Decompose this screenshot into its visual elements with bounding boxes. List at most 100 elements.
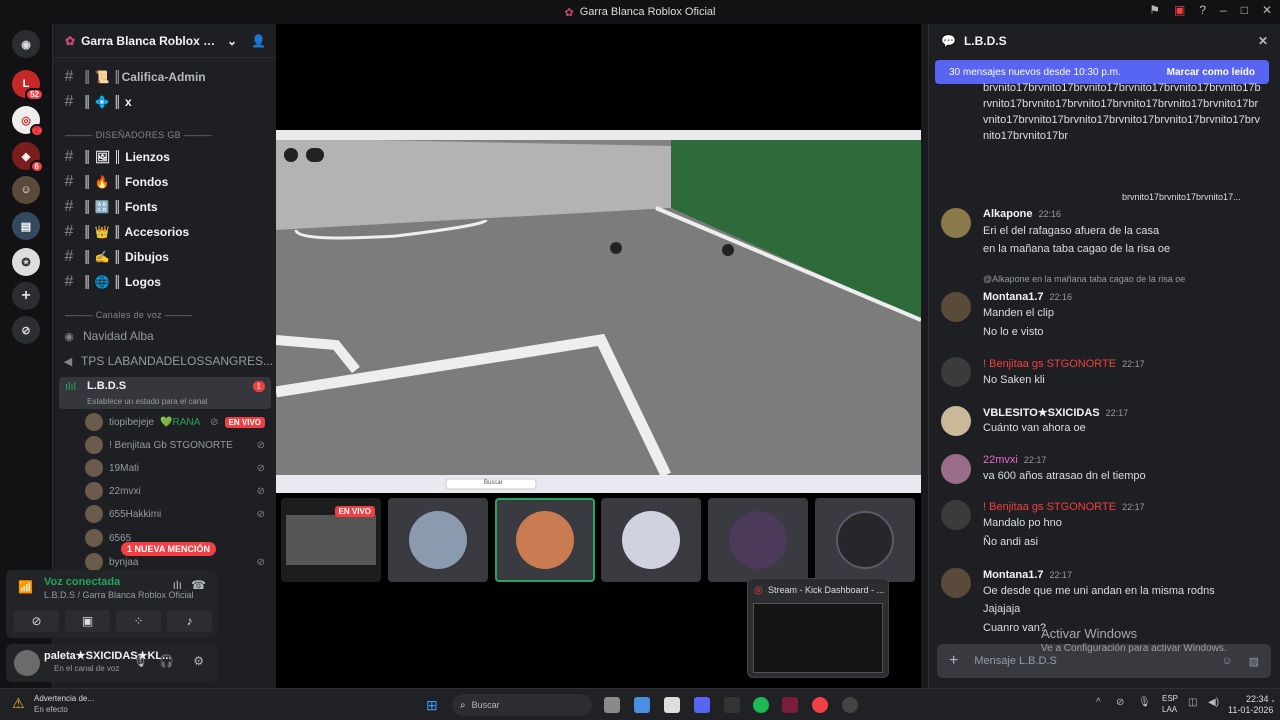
voice-channel-item[interactable]: ◉ Navidad Alba: [63, 325, 273, 347]
avatar[interactable]: [941, 208, 971, 238]
server-icon[interactable]: ▤: [12, 212, 40, 240]
add-server-icon[interactable]: +: [12, 282, 40, 310]
chevron-up-icon[interactable]: ^: [1096, 697, 1101, 708]
close-icon[interactable]: ✕: [1258, 34, 1268, 48]
clock-time[interactable]: 22:34: [1246, 694, 1269, 704]
reply-reference[interactable]: brvnito17brvnito17brvnito17...: [1122, 192, 1241, 202]
reply-reference[interactable]: @Alkapone en la mañana taba cagao de la …: [983, 274, 1185, 284]
voice-user[interactable]: ! Benjitaa Gb STGONORTE ⊘: [85, 435, 265, 455]
help-icon[interactable]: ?: [1199, 3, 1206, 17]
app-icon[interactable]: [782, 697, 798, 713]
noise-icon[interactable]: ılı: [173, 578, 182, 592]
participant-tile[interactable]: [495, 498, 595, 582]
voice-user[interactable]: 22mvxi ⊘: [85, 481, 265, 501]
soundboard-button[interactable]: ♪: [167, 610, 212, 632]
maximize-icon[interactable]: □: [1241, 3, 1248, 17]
discord-home-icon[interactable]: ◉: [12, 30, 40, 58]
voice-channel-item[interactable]: ◀ TPS LABANDADELOSSANGRES...: [63, 350, 273, 372]
message-author[interactable]: ! Benjitaa gs STGONORTE 22:17: [983, 501, 1145, 513]
server-icon[interactable]: ☺: [12, 176, 40, 204]
avatar[interactable]: [941, 500, 971, 530]
channel-item[interactable]: # ║ 📜 ║Califica-Admin: [63, 66, 273, 88]
participant-tile[interactable]: [601, 498, 701, 582]
message-author[interactable]: 22mvxi 22:17: [983, 454, 1046, 466]
message-author[interactable]: Alkapone 22:16: [983, 208, 1061, 220]
file-explorer-icon[interactable]: [604, 697, 620, 713]
warning-title[interactable]: Advertencia de...: [34, 694, 94, 703]
emoji-icon[interactable]: ☺: [1221, 655, 1232, 667]
voice-user[interactable]: tiopibejeje 💚RANA ⊘ EN VIVO: [85, 412, 265, 432]
epic-games-icon[interactable]: [724, 697, 740, 713]
spotify-icon[interactable]: [753, 697, 769, 713]
channel-item[interactable]: # ║ 👑 ║ Accesorios: [63, 221, 273, 243]
active-voice-channel[interactable]: ılıl L.B.D.S Establece un estado para el…: [59, 377, 271, 409]
guild-header[interactable]: ✿ Garra Blanca Roblox Ofi... ⌄ 👤: [53, 24, 276, 58]
channel-item[interactable]: # ║ 🌐 ║ Logos: [63, 271, 273, 293]
channel-item[interactable]: # ║ 💠 ║ x: [63, 91, 273, 113]
stream-tile[interactable]: EN VIVO: [281, 498, 381, 582]
activities-button[interactable]: ⁘: [116, 610, 161, 632]
voice-status[interactable]: Voz conectada: [44, 576, 120, 588]
voice-user[interactable]: 655Hakkimi ⊘: [85, 504, 265, 524]
gif-icon[interactable]: ▨: [1249, 655, 1259, 668]
avatar[interactable]: [941, 406, 971, 436]
mic-tray-icon[interactable]: 🎙: [1138, 697, 1151, 708]
warning-icon[interactable]: ⚠: [12, 695, 25, 712]
participant-tile[interactable]: [388, 498, 488, 582]
mic-icon[interactable]: 🎙: [133, 654, 148, 668]
network-icon[interactable]: ◫: [1188, 697, 1197, 708]
tray-icon[interactable]: ⊘: [1116, 697, 1124, 708]
channel-item[interactable]: # ║ ✍ ║ Dibujos: [63, 246, 273, 268]
server-icon[interactable]: ◈ 6: [12, 142, 44, 173]
inbox-icon[interactable]: ▣: [1174, 3, 1185, 17]
message-author[interactable]: Montana1.7 22:16: [983, 291, 1072, 303]
server-icon[interactable]: L 52: [12, 70, 44, 101]
voice-location[interactable]: L.B.D.S / Garra Blanca Roblox Oficial: [44, 590, 194, 600]
app-icon[interactable]: [664, 697, 680, 713]
channel-item[interactable]: # ║ 🖼 ║ Lienzos: [63, 146, 273, 168]
avatar[interactable]: [941, 454, 971, 484]
flag-icon[interactable]: ⚑: [1149, 3, 1160, 17]
server-icon[interactable]: ✪: [12, 248, 40, 276]
disconnect-icon[interactable]: ☎: [191, 578, 206, 592]
user-name[interactable]: paleta★SXICIDAS★KL...: [44, 649, 171, 662]
app-icon[interactable]: [842, 697, 858, 713]
participant-tile[interactable]: [708, 498, 808, 582]
avatar[interactable]: [941, 292, 971, 322]
discover-icon[interactable]: ⊘: [12, 316, 40, 344]
category-header[interactable]: ——— DISEÑADORES GB ———: [65, 130, 212, 140]
camera-button[interactable]: ⊘: [14, 610, 59, 632]
voice-user[interactable]: 19Mati ⊘: [85, 458, 265, 478]
opera-icon[interactable]: [812, 697, 828, 713]
channel-item[interactable]: # ║ 🔥 ║ Fondos: [63, 171, 273, 193]
volume-icon[interactable]: ◀): [1208, 697, 1219, 708]
notification-icon[interactable]: ◔: [1270, 697, 1275, 706]
channel-item[interactable]: # ║ 🔠 ║ Fonts: [63, 196, 273, 218]
avatar[interactable]: [941, 357, 971, 387]
stream-video[interactable]: Buscar: [276, 130, 921, 493]
composer-placeholder[interactable]: Mensaje L.B.D.S: [974, 655, 1205, 667]
server-icon[interactable]: ◎ 7: [12, 106, 44, 137]
category-header[interactable]: ——— Canales de voz ———: [65, 310, 193, 320]
message-author[interactable]: ! Benjitaa gs STGONORTE 22:17: [983, 358, 1145, 370]
windows-start-icon[interactable]: ⊞: [426, 697, 438, 714]
mark-read-button[interactable]: Marcar como leído: [1167, 67, 1255, 78]
language-indicator[interactable]: ESP: [1162, 694, 1178, 703]
plus-icon[interactable]: +: [949, 652, 958, 670]
clock-date[interactable]: 11-01-2026: [1228, 705, 1273, 715]
taskbar-search[interactable]: ⌕ Buscar: [452, 694, 592, 716]
screen-share-button[interactable]: ▣: [65, 610, 110, 632]
close-icon[interactable]: ✕: [1262, 3, 1272, 17]
avatar[interactable]: [941, 568, 971, 598]
participant-tile[interactable]: [815, 498, 915, 582]
app-icon[interactable]: [634, 697, 650, 713]
invite-icon[interactable]: 👤: [251, 34, 266, 48]
avatar[interactable]: [14, 650, 40, 676]
taskbar-preview[interactable]: ◎ Stream - Kick Dashboard - ...: [747, 578, 889, 678]
minimize-icon[interactable]: –: [1220, 3, 1227, 17]
message-author[interactable]: Montana1.7 22:17: [983, 569, 1072, 581]
new-mention-pill[interactable]: 1 NUEVA MENCIÓN: [121, 542, 217, 556]
discord-taskbar-icon[interactable]: [694, 697, 710, 713]
headphones-icon[interactable]: 🎧: [159, 654, 174, 668]
gear-icon[interactable]: ⚙: [193, 654, 204, 668]
